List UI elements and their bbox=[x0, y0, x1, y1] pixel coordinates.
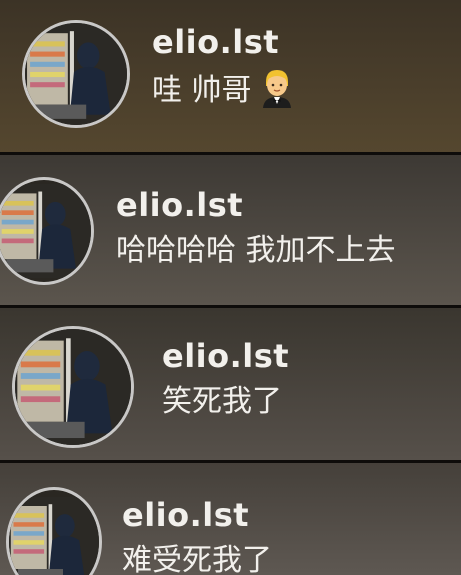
comment-username[interactable]: elio.lst bbox=[122, 495, 272, 535]
comment-username[interactable]: elio.lst bbox=[162, 336, 289, 376]
comment-card: elio.lst 哈哈哈哈 我加不上去 bbox=[0, 155, 461, 305]
comment-card: elio.lst 难受死我了 bbox=[0, 463, 461, 575]
avatar-photo bbox=[15, 329, 131, 445]
avatar-photo bbox=[9, 497, 99, 575]
avatar[interactable] bbox=[22, 20, 130, 128]
comment-card: elio.lst 哇 帅哥 bbox=[0, 0, 461, 152]
comment-text: 笑死我了 bbox=[162, 384, 282, 419]
comment-text-content: 哇 帅哥 bbox=[152, 73, 252, 108]
comment-body: elio.lst 哈哈哈哈 我加不上去 bbox=[116, 185, 396, 271]
comment-text: 哈哈哈哈 我加不上去 bbox=[116, 233, 396, 268]
avatar-photo bbox=[25, 23, 127, 125]
comment-text: 难受死我了 bbox=[122, 543, 272, 575]
comment-body: elio.lst 笑死我了 bbox=[162, 336, 289, 422]
comment-text: 哇 帅哥 bbox=[152, 68, 294, 111]
avatar-photo bbox=[0, 184, 91, 278]
comment-body: elio.lst 哇 帅哥 bbox=[152, 22, 294, 111]
comment-card: elio.lst 笑死我了 bbox=[0, 308, 461, 460]
avatar[interactable] bbox=[12, 326, 134, 448]
comment-username[interactable]: elio.lst bbox=[116, 185, 396, 225]
comment-body: elio.lst 难受死我了 bbox=[122, 495, 272, 575]
comment-feed: elio.lst 哇 帅哥 elio.lst 哈哈哈哈 我加不上去 elio.l… bbox=[0, 0, 461, 575]
comment-username[interactable]: elio.lst bbox=[152, 22, 294, 62]
man-in-tuxedo-icon bbox=[260, 68, 294, 108]
